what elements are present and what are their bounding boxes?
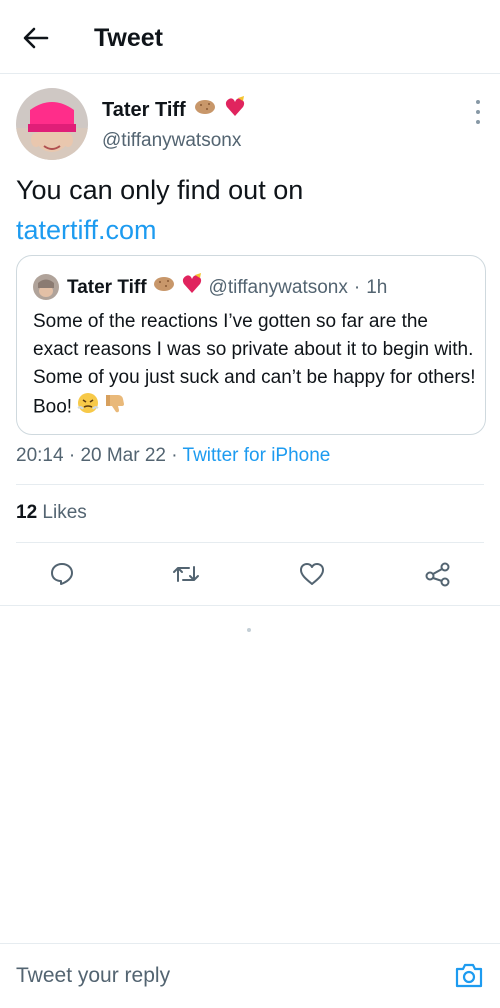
quoted-author-name: Tater Tiff	[67, 277, 147, 298]
retweet-icon	[173, 566, 199, 582]
quoted-separator: ·	[353, 277, 361, 298]
tweet-date: 20 Mar 22	[80, 445, 166, 466]
loading-indicator	[247, 628, 251, 632]
quoted-body: Some of the reactions I’ve gotten so far…	[33, 311, 476, 418]
tweet-meta: 20:14 · 20 Mar 22 · Twitter for iPhone	[16, 443, 330, 469]
arrow-left-icon	[23, 27, 49, 49]
divider	[16, 484, 484, 485]
camera-button[interactable]	[452, 958, 486, 992]
divider	[0, 605, 500, 606]
face-with-steam-emoji	[77, 392, 99, 423]
share-button[interactable]	[420, 556, 456, 592]
tweet-author: Tater Tiff @tiffanywatsonx	[16, 88, 486, 168]
tweet-text: You can only find out on tatertiff.com	[16, 170, 486, 250]
reply-button[interactable]	[44, 556, 80, 592]
tweet-time: 20:14	[16, 445, 64, 466]
action-bar	[0, 556, 500, 592]
top-bar: Tweet	[0, 0, 500, 74]
page-title: Tweet	[94, 24, 163, 52]
quoted-text: Some of the reactions I’ve gotten so far…	[33, 308, 477, 423]
more-dot-icon	[476, 120, 480, 124]
quoted-timestamp: 1h	[366, 277, 388, 298]
divider	[16, 542, 484, 543]
author-name-row: Tater Tiff	[102, 96, 246, 123]
author-name[interactable]: Tater Tiff	[102, 97, 186, 123]
quoted-header: Tater Tiff @tiffanywatsonx · 1h	[67, 273, 387, 303]
tweet-link[interactable]: tatertiff.com	[16, 215, 157, 245]
avatar[interactable]	[16, 88, 88, 160]
likes-number: 12	[16, 502, 38, 523]
camera-icon	[455, 963, 483, 988]
back-button[interactable]	[20, 22, 52, 54]
meta-separator: ·	[68, 445, 76, 466]
reply-bar	[0, 943, 500, 1008]
more-dot-icon	[476, 110, 480, 114]
heart-with-ribbon-emoji	[181, 273, 203, 303]
retweet-button[interactable]	[168, 556, 204, 592]
more-options-button[interactable]	[470, 100, 486, 124]
quoted-author-handle: @tiffanywatsonx	[208, 277, 348, 298]
quoted-avatar	[33, 274, 59, 300]
tweet-body: You can only find out on	[16, 175, 304, 205]
like-button[interactable]	[294, 556, 330, 592]
potato-emoji	[194, 98, 216, 121]
thumbs-down-emoji	[105, 392, 127, 423]
reply-icon	[51, 563, 73, 585]
reply-input[interactable]	[16, 958, 416, 994]
heart-with-ribbon-emoji	[224, 96, 246, 123]
likes-count[interactable]: 12 Likes	[16, 500, 87, 526]
tweet-source[interactable]: Twitter for iPhone	[183, 445, 331, 466]
potato-emoji	[153, 275, 175, 301]
share-icon	[425, 562, 450, 587]
author-handle: @tiffanywatsonx	[102, 130, 242, 151]
likes-label: Likes	[42, 502, 87, 523]
quoted-tweet[interactable]: Tater Tiff @tiffanywatsonx · 1h Some of …	[16, 255, 486, 435]
like-icon	[300, 563, 324, 585]
meta-separator: ·	[171, 445, 178, 466]
more-dot-icon	[476, 100, 480, 104]
